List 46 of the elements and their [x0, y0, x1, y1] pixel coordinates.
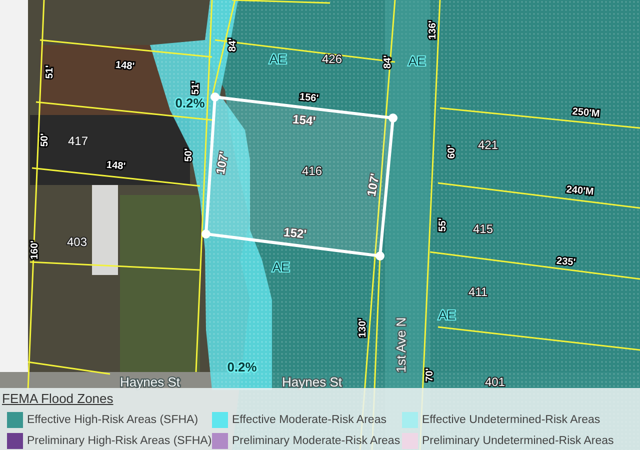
- dimension-label: 70': [424, 368, 436, 382]
- lot-number: 416: [302, 164, 322, 178]
- lot-number: 417: [68, 134, 88, 148]
- dimension-label: 50': [184, 148, 195, 162]
- dimension-label: 55': [438, 218, 449, 232]
- dimension-label: 156': [299, 92, 319, 104]
- lot-number: 401: [484, 375, 506, 390]
- dimension-label: 84': [228, 38, 239, 52]
- flood-zone-label: 0.2%: [227, 359, 257, 374]
- flood-zone-label: AE: [438, 307, 456, 322]
- legend-label: Preliminary High-Risk Areas (SFHA): [27, 435, 212, 447]
- legend-label: Effective Moderate-Risk Areas: [232, 414, 386, 426]
- legend-label: Preliminary Undetermined-Risk Areas: [422, 435, 614, 447]
- lot-number: 421: [478, 138, 498, 152]
- dimension-label: 50': [40, 133, 51, 147]
- flood-zone-label: AE: [408, 53, 426, 68]
- flood-zone-label: AE: [269, 51, 287, 66]
- dimension-label: 60': [446, 145, 458, 159]
- lot-number: 426: [322, 52, 342, 66]
- dimension-label: 250'M: [572, 106, 600, 120]
- lot-number: 403: [66, 235, 88, 250]
- dimension-label: 51': [190, 81, 202, 95]
- street-label: Haynes St: [120, 374, 180, 390]
- legend-label: Effective Undetermined-Risk Areas: [422, 414, 600, 426]
- dimension-label: 130': [358, 318, 369, 338]
- dimension-label: 107': [364, 172, 382, 198]
- lot-number: 415: [472, 222, 494, 236]
- dimension-label: 154': [292, 112, 316, 128]
- dimension-label: 148': [106, 160, 126, 172]
- lot-number: 411: [468, 285, 488, 300]
- dimension-label: 240'M: [566, 184, 594, 198]
- dimension-label: 152': [283, 225, 308, 242]
- legend-label: Effective High-Risk Areas (SFHA): [27, 414, 198, 426]
- dimension-label: 160': [30, 240, 41, 260]
- street-label: 1st Ave N: [393, 317, 408, 373]
- dimension-label: 136': [428, 20, 439, 40]
- flood-zone-label: AE: [272, 259, 290, 274]
- dimension-label: 235': [556, 256, 576, 268]
- dimension-label: 51': [44, 65, 56, 79]
- flood-zone-label: 0.2%: [175, 95, 205, 110]
- legend-title: FEMA Flood Zones: [2, 391, 114, 406]
- dimension-label: 84': [382, 55, 394, 69]
- legend-label: Preliminary Moderate-Risk Areas: [232, 435, 400, 447]
- dimension-label: 107': [213, 150, 232, 176]
- street-label: Haynes St: [282, 374, 342, 390]
- dimension-label: 148': [115, 60, 135, 72]
